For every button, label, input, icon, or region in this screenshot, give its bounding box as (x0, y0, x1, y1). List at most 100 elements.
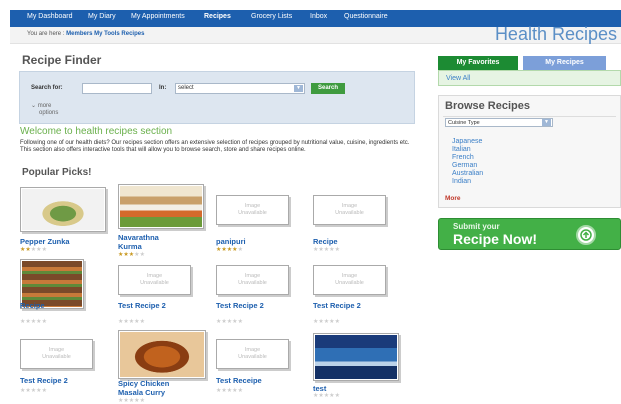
recipe-thumbnail[interactable]: Image Unavailable (216, 339, 289, 369)
nav-questionnaire[interactable]: Questionnaire (344, 13, 388, 20)
tab-my-recipes[interactable]: My Recipes (523, 56, 606, 70)
recipe-title-link[interactable]: Navarathna Kurma (118, 233, 159, 251)
breadcrumb-recipes[interactable]: Recipes (121, 31, 144, 37)
recipe-thumbnail[interactable] (313, 333, 399, 381)
recipe-title-link[interactable]: Test Recipe 2 (20, 376, 68, 385)
search-for-label: Search for: (31, 85, 63, 91)
recipe-title-link[interactable]: Test Recipe 2 (118, 301, 166, 310)
search-in-select[interactable]: select ▼ (175, 83, 305, 94)
star-rating: ★★★★★ (20, 247, 47, 253)
recipe-thumbnail[interactable]: Image Unavailable (216, 195, 289, 225)
welcome-heading: Welcome to health recipes section (20, 126, 173, 137)
search-button[interactable]: Search (311, 83, 345, 94)
recipe-thumbnail[interactable] (20, 187, 106, 232)
welcome-text: Following one of our health diets? Our r… (20, 140, 410, 153)
tab-my-favorites[interactable]: My Favorites (438, 56, 518, 70)
site-title: Health Recipes (494, 24, 617, 44)
recipe-thumbnail[interactable]: Image Unavailable (216, 265, 289, 295)
cuisine-link-german[interactable]: German (452, 162, 477, 170)
nav-my-diary[interactable]: My Diary (88, 13, 116, 20)
star-rating: ★★★★★ (118, 319, 145, 325)
view-all-link[interactable]: View All (446, 75, 470, 82)
recipe-photo (315, 335, 397, 379)
star-icon: ★ (334, 393, 340, 399)
more-options-toggle[interactable]: ⌄ more options (31, 103, 58, 117)
recipe-photo (120, 332, 204, 377)
star-icon: ★ (41, 247, 47, 253)
recipe-title-link[interactable]: Pepper Zunka (20, 237, 70, 246)
star-rating: ★★★★★ (313, 247, 340, 253)
chevron-down-icon: ▼ (294, 85, 303, 92)
search-in-select-value: select (178, 85, 194, 91)
nav-my-appointments[interactable]: My Appointments (131, 13, 185, 20)
arrow-up-icon (576, 225, 596, 245)
star-icon: ★ (334, 247, 340, 253)
star-icon: ★ (237, 388, 243, 394)
recipe-thumbnail[interactable]: Image Unavailable (313, 265, 386, 295)
star-icon: ★ (139, 398, 145, 404)
image-unavailable-placeholder: Image Unavailable (120, 267, 189, 293)
chevron-down-icon: ▼ (542, 119, 551, 126)
recipe-photo (120, 186, 202, 227)
recipe-title-link[interactable]: Spicy Chicken Masala Curry (118, 379, 169, 397)
cuisine-link-italian[interactable]: Italian (452, 146, 471, 154)
popular-picks-title: Popular Picks! (22, 167, 92, 178)
more-options-label-1: more (37, 103, 52, 109)
recipe-photo (22, 189, 104, 230)
star-rating: ★★★★★ (216, 319, 243, 325)
favorites-panel: View All (438, 70, 621, 86)
sidebar-tabs: My Favorites My Recipes (438, 56, 621, 70)
recipe-title-link[interactable]: Test Receipe (216, 376, 262, 385)
image-unavailable-placeholder: Image Unavailable (218, 267, 287, 293)
nav-recipes[interactable]: Recipes (204, 13, 231, 20)
breadcrumb: You are here : Members My Tools Recipes (27, 31, 144, 37)
cuisine-link-japanese[interactable]: Japanese (452, 138, 482, 146)
image-unavailable-label: Image Unavailable (238, 273, 267, 286)
cuisine-type-select[interactable]: Cuisine Type ▼ (445, 118, 553, 127)
recipe-title-link[interactable]: panipuri (216, 237, 246, 246)
chevron-down-icon: ⌄ (31, 103, 37, 109)
more-cuisines-link[interactable]: More (445, 195, 461, 202)
nav-my-dashboard[interactable]: My Dashboard (27, 13, 73, 20)
breadcrumb-members[interactable]: Members (66, 31, 92, 37)
cuisine-link-indian[interactable]: Indian (452, 178, 471, 186)
cuisine-link-french[interactable]: French (452, 154, 474, 162)
nav-inbox[interactable]: Inbox (310, 13, 327, 20)
recipe-title-link[interactable]: Recipe (20, 301, 45, 310)
recipe-thumbnail[interactable]: Image Unavailable (20, 339, 93, 369)
browse-recipes-panel: Browse Recipes Cuisine Type ▼ Japanese I… (438, 95, 621, 208)
recipe-title-link[interactable]: Test Recipe 2 (216, 301, 264, 310)
recipe-title-link[interactable]: Recipe (313, 237, 338, 246)
divider (443, 116, 616, 117)
image-unavailable-placeholder: Image Unavailable (315, 197, 384, 223)
star-icon: ★ (139, 252, 145, 258)
recipe-thumbnail[interactable] (118, 330, 206, 379)
star-rating: ★★★★★ (118, 398, 145, 404)
search-input[interactable] (82, 83, 152, 94)
image-unavailable-label: Image Unavailable (140, 273, 169, 286)
cuisine-link-australian[interactable]: Australian (452, 170, 483, 178)
recipe-thumbnail[interactable]: Image Unavailable (118, 265, 191, 295)
recipe-title-link[interactable]: test (313, 384, 326, 393)
submit-recipe-banner[interactable]: Submit your Recipe Now! (438, 218, 621, 250)
star-rating: ★★★★★ (20, 319, 47, 325)
more-options-label-2: options (39, 110, 59, 116)
star-icon: ★ (237, 247, 243, 253)
browse-recipes-title: Browse Recipes (445, 100, 530, 112)
recipe-thumbnail[interactable]: Image Unavailable (313, 195, 386, 225)
star-rating: ★★★★★ (20, 388, 47, 394)
star-icon: ★ (41, 388, 47, 394)
star-rating: ★★★★★ (118, 252, 145, 258)
nav-grocery-lists[interactable]: Grocery Lists (251, 13, 292, 20)
image-unavailable-label: Image Unavailable (238, 347, 267, 360)
cuisine-type-value: Cuisine Type (448, 120, 480, 126)
breadcrumb-prefix: You are here : (27, 31, 65, 37)
recipe-title-link[interactable]: Test Recipe 2 (313, 301, 361, 310)
star-rating: ★★★★★ (216, 388, 243, 394)
star-rating: ★★★★★ (216, 247, 243, 253)
in-label: In: (159, 85, 167, 91)
breadcrumb-my-tools[interactable]: My Tools (94, 31, 120, 37)
image-unavailable-label: Image Unavailable (335, 273, 364, 286)
recipe-thumbnail[interactable] (118, 184, 204, 229)
image-unavailable-label: Image Unavailable (335, 203, 364, 216)
